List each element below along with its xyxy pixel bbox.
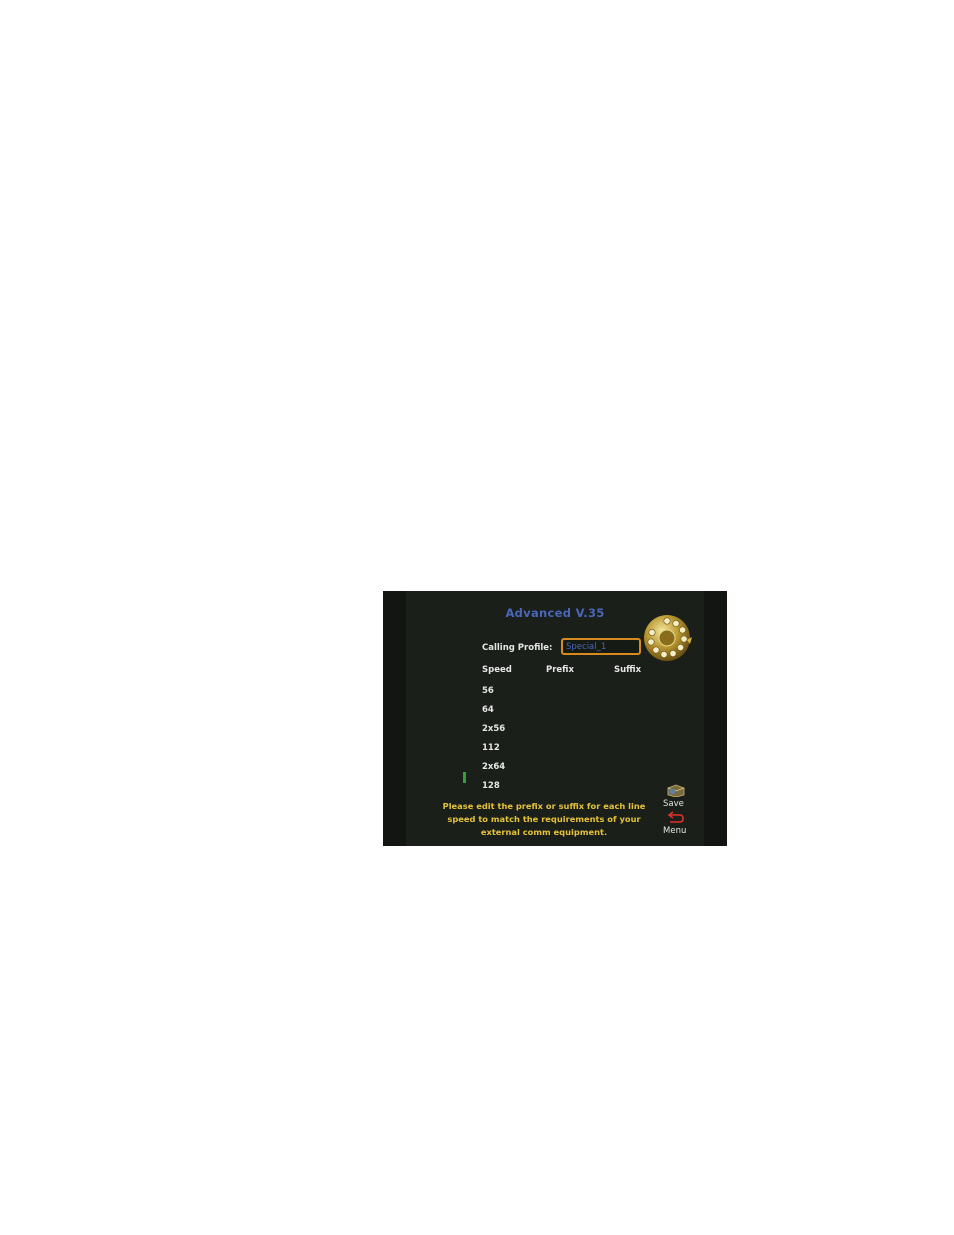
speed-row-2x56[interactable]: 2x56 [482, 724, 505, 734]
calling-profile-value: Special_1 [566, 642, 607, 652]
speed-column-header: Speed [482, 665, 512, 675]
speed-row-2x64[interactable]: 2x64 [482, 762, 505, 772]
menu-button[interactable]: Menu [663, 826, 686, 836]
speed-row-56[interactable]: 56 [482, 686, 494, 696]
v35-settings-screen: Advanced V.35 Calling Profile: Special_1… [383, 591, 727, 846]
save-box-icon[interactable] [666, 783, 686, 797]
speed-row-112[interactable]: 112 [482, 743, 500, 753]
speed-row-64[interactable]: 64 [482, 705, 494, 715]
return-arrow-icon[interactable] [667, 810, 685, 824]
calling-profile-field[interactable]: Special_1 [561, 638, 641, 655]
save-button[interactable]: Save [663, 799, 684, 809]
instruction-note: Please edit the prefix or suffix for eac… [442, 801, 646, 837]
rotary-dial-icon [644, 615, 692, 661]
prefix-column-header: Prefix [546, 665, 574, 675]
scroll-indicator [463, 772, 466, 783]
suffix-column-header: Suffix [614, 665, 642, 675]
speed-row-128[interactable]: 128 [482, 781, 500, 791]
calling-profile-label: Calling Profile: [482, 643, 553, 653]
